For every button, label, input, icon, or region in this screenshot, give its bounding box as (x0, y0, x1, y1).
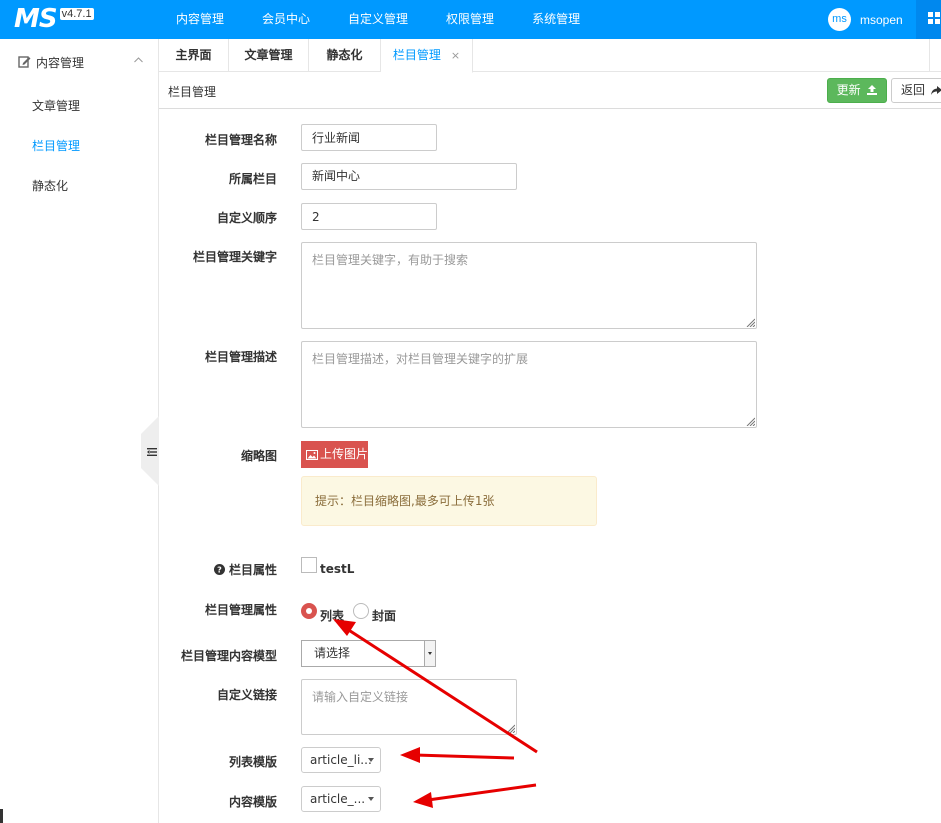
window-edge (0, 809, 3, 823)
tab-static[interactable]: 静态化 (309, 39, 381, 72)
user-menu[interactable]: ms msopen (828, 8, 903, 31)
reply-icon (930, 86, 941, 95)
close-icon[interactable]: × (451, 49, 460, 62)
page-title: 栏目管理 (168, 85, 217, 99)
description-textarea[interactable]: 栏目管理描述，对栏目管理关键字的扩展 (301, 341, 757, 428)
type-radio-list[interactable] (301, 603, 317, 619)
upload-image-button[interactable]: 上传图片 (301, 441, 368, 468)
annotation-arrow-list-template (400, 747, 515, 763)
keywords-label: 栏目管理关键字 (192, 250, 277, 264)
tab-label: 栏目管理 (392, 48, 441, 62)
description-label: 栏目管理描述 (204, 350, 277, 364)
svg-text:?: ? (217, 566, 222, 575)
caret-down-icon (368, 797, 374, 801)
topnav-permissions[interactable]: 权限管理 (435, 0, 505, 39)
image-icon (306, 449, 318, 460)
version-badge: v4.7.1 (59, 8, 94, 20)
content-template-value: article_... (310, 792, 366, 806)
link-textarea[interactable]: 请输入自定义链接 (301, 679, 517, 735)
parent-select[interactable]: 新闻中心 (301, 163, 517, 190)
tab-divider (929, 39, 930, 72)
caret-down-icon (368, 758, 374, 762)
order-input[interactable] (301, 203, 437, 230)
content-template-label: 内容模版 (228, 795, 277, 809)
edit-icon (18, 56, 31, 68)
thumbnail-tip: 提示：栏目缩略图,最多可上传1张 (301, 476, 597, 526)
back-label: 返回 (901, 83, 926, 97)
keywords-placeholder: 栏目管理关键字，有助于搜索 (312, 253, 469, 267)
type-option-cover: 封面 (372, 609, 397, 623)
model-label: 栏目管理内容模型 (180, 649, 277, 663)
back-button[interactable]: 返回 (891, 78, 941, 103)
help-circle-icon[interactable]: ? (213, 564, 225, 575)
resize-handle-icon[interactable] (746, 318, 755, 327)
description-placeholder: 栏目管理描述，对栏目管理关键字的扩展 (312, 352, 529, 366)
type-label: 栏目管理属性 (204, 603, 277, 617)
list-template-value: article_li... (310, 753, 372, 767)
link-label: 自定义链接 (216, 688, 277, 702)
tab-articles[interactable]: 文章管理 (229, 39, 309, 72)
avatar: ms (828, 8, 851, 31)
resize-handle-icon[interactable] (746, 417, 755, 426)
thumbnail-label: 缩略图 (240, 449, 277, 463)
tab-label: 文章管理 (244, 48, 293, 62)
page-header: 栏目管理 更新 返回 (159, 72, 941, 109)
username: msopen (860, 12, 903, 27)
order-label: 自定义顺序 (216, 211, 277, 225)
top-nav: 内容管理 会员中心 自定义管理 权限管理 系统管理 (165, 0, 607, 39)
annotation-arrow-content-template (413, 783, 537, 808)
keywords-textarea[interactable]: 栏目管理关键字，有助于搜索 (301, 242, 757, 329)
sidebar: 内容管理 文章管理 栏目管理 静态化 (0, 39, 159, 823)
tab-columns[interactable]: 栏目管理 × (381, 39, 473, 73)
tab-bar: 主界面 文章管理 静态化 栏目管理 × (159, 39, 941, 73)
list-template-select[interactable]: article_li... (301, 747, 381, 773)
tab-label: 主界面 (175, 48, 212, 62)
content-template-select[interactable]: article_... (301, 786, 381, 812)
chevron-up-icon (134, 57, 143, 63)
sidebar-group-label: 内容管理 (36, 56, 85, 70)
parent-label: 所属栏目 (228, 172, 277, 186)
update-label: 更新 (836, 83, 861, 97)
attribute-label-row: ? 栏目属性 (157, 561, 277, 578)
attribute-checkbox[interactable] (301, 557, 317, 573)
app-logo[interactable]: MS v4.7.1 (14, 6, 94, 32)
topnav-system[interactable]: 系统管理 (521, 0, 591, 39)
resize-handle-icon[interactable] (506, 724, 515, 733)
top-bar: MS v4.7.1 内容管理 会员中心 自定义管理 权限管理 系统管理 ms m… (0, 0, 941, 39)
sidebar-item-columns[interactable]: 栏目管理 (32, 137, 80, 154)
grid-icon (928, 12, 940, 24)
name-label: 栏目管理名称 (204, 133, 277, 147)
model-select[interactable]: 请选择 (301, 640, 436, 667)
type-radio-cover[interactable] (353, 603, 369, 619)
upload-icon (867, 85, 878, 95)
logo-text: MS (14, 4, 58, 34)
link-placeholder: 请输入自定义链接 (312, 690, 409, 704)
name-input[interactable] (301, 124, 437, 151)
type-option-list: 列表 (320, 609, 345, 623)
attribute-option: testL (320, 562, 355, 576)
tab-home[interactable]: 主界面 (159, 39, 229, 72)
topnav-members[interactable]: 会员中心 (251, 0, 321, 39)
update-button[interactable]: 更新 (827, 78, 887, 103)
chevron-down-icon (424, 641, 435, 666)
sidebar-item-static[interactable]: 静态化 (32, 177, 68, 194)
sidebar-item-articles[interactable]: 文章管理 (32, 97, 80, 114)
list-template-label: 列表模版 (228, 755, 277, 769)
upload-image-label: 上传图片 (320, 447, 369, 461)
model-select-value: 请选择 (314, 646, 351, 660)
sidebar-group-content[interactable]: 内容管理 (0, 39, 158, 83)
collapse-menu-icon (147, 448, 157, 456)
grid-menu-button[interactable] (916, 0, 941, 39)
tab-label: 静态化 (326, 48, 363, 62)
topnav-content[interactable]: 内容管理 (165, 0, 235, 39)
attribute-label: 栏目属性 (228, 563, 277, 577)
topnav-custom[interactable]: 自定义管理 (337, 0, 419, 39)
